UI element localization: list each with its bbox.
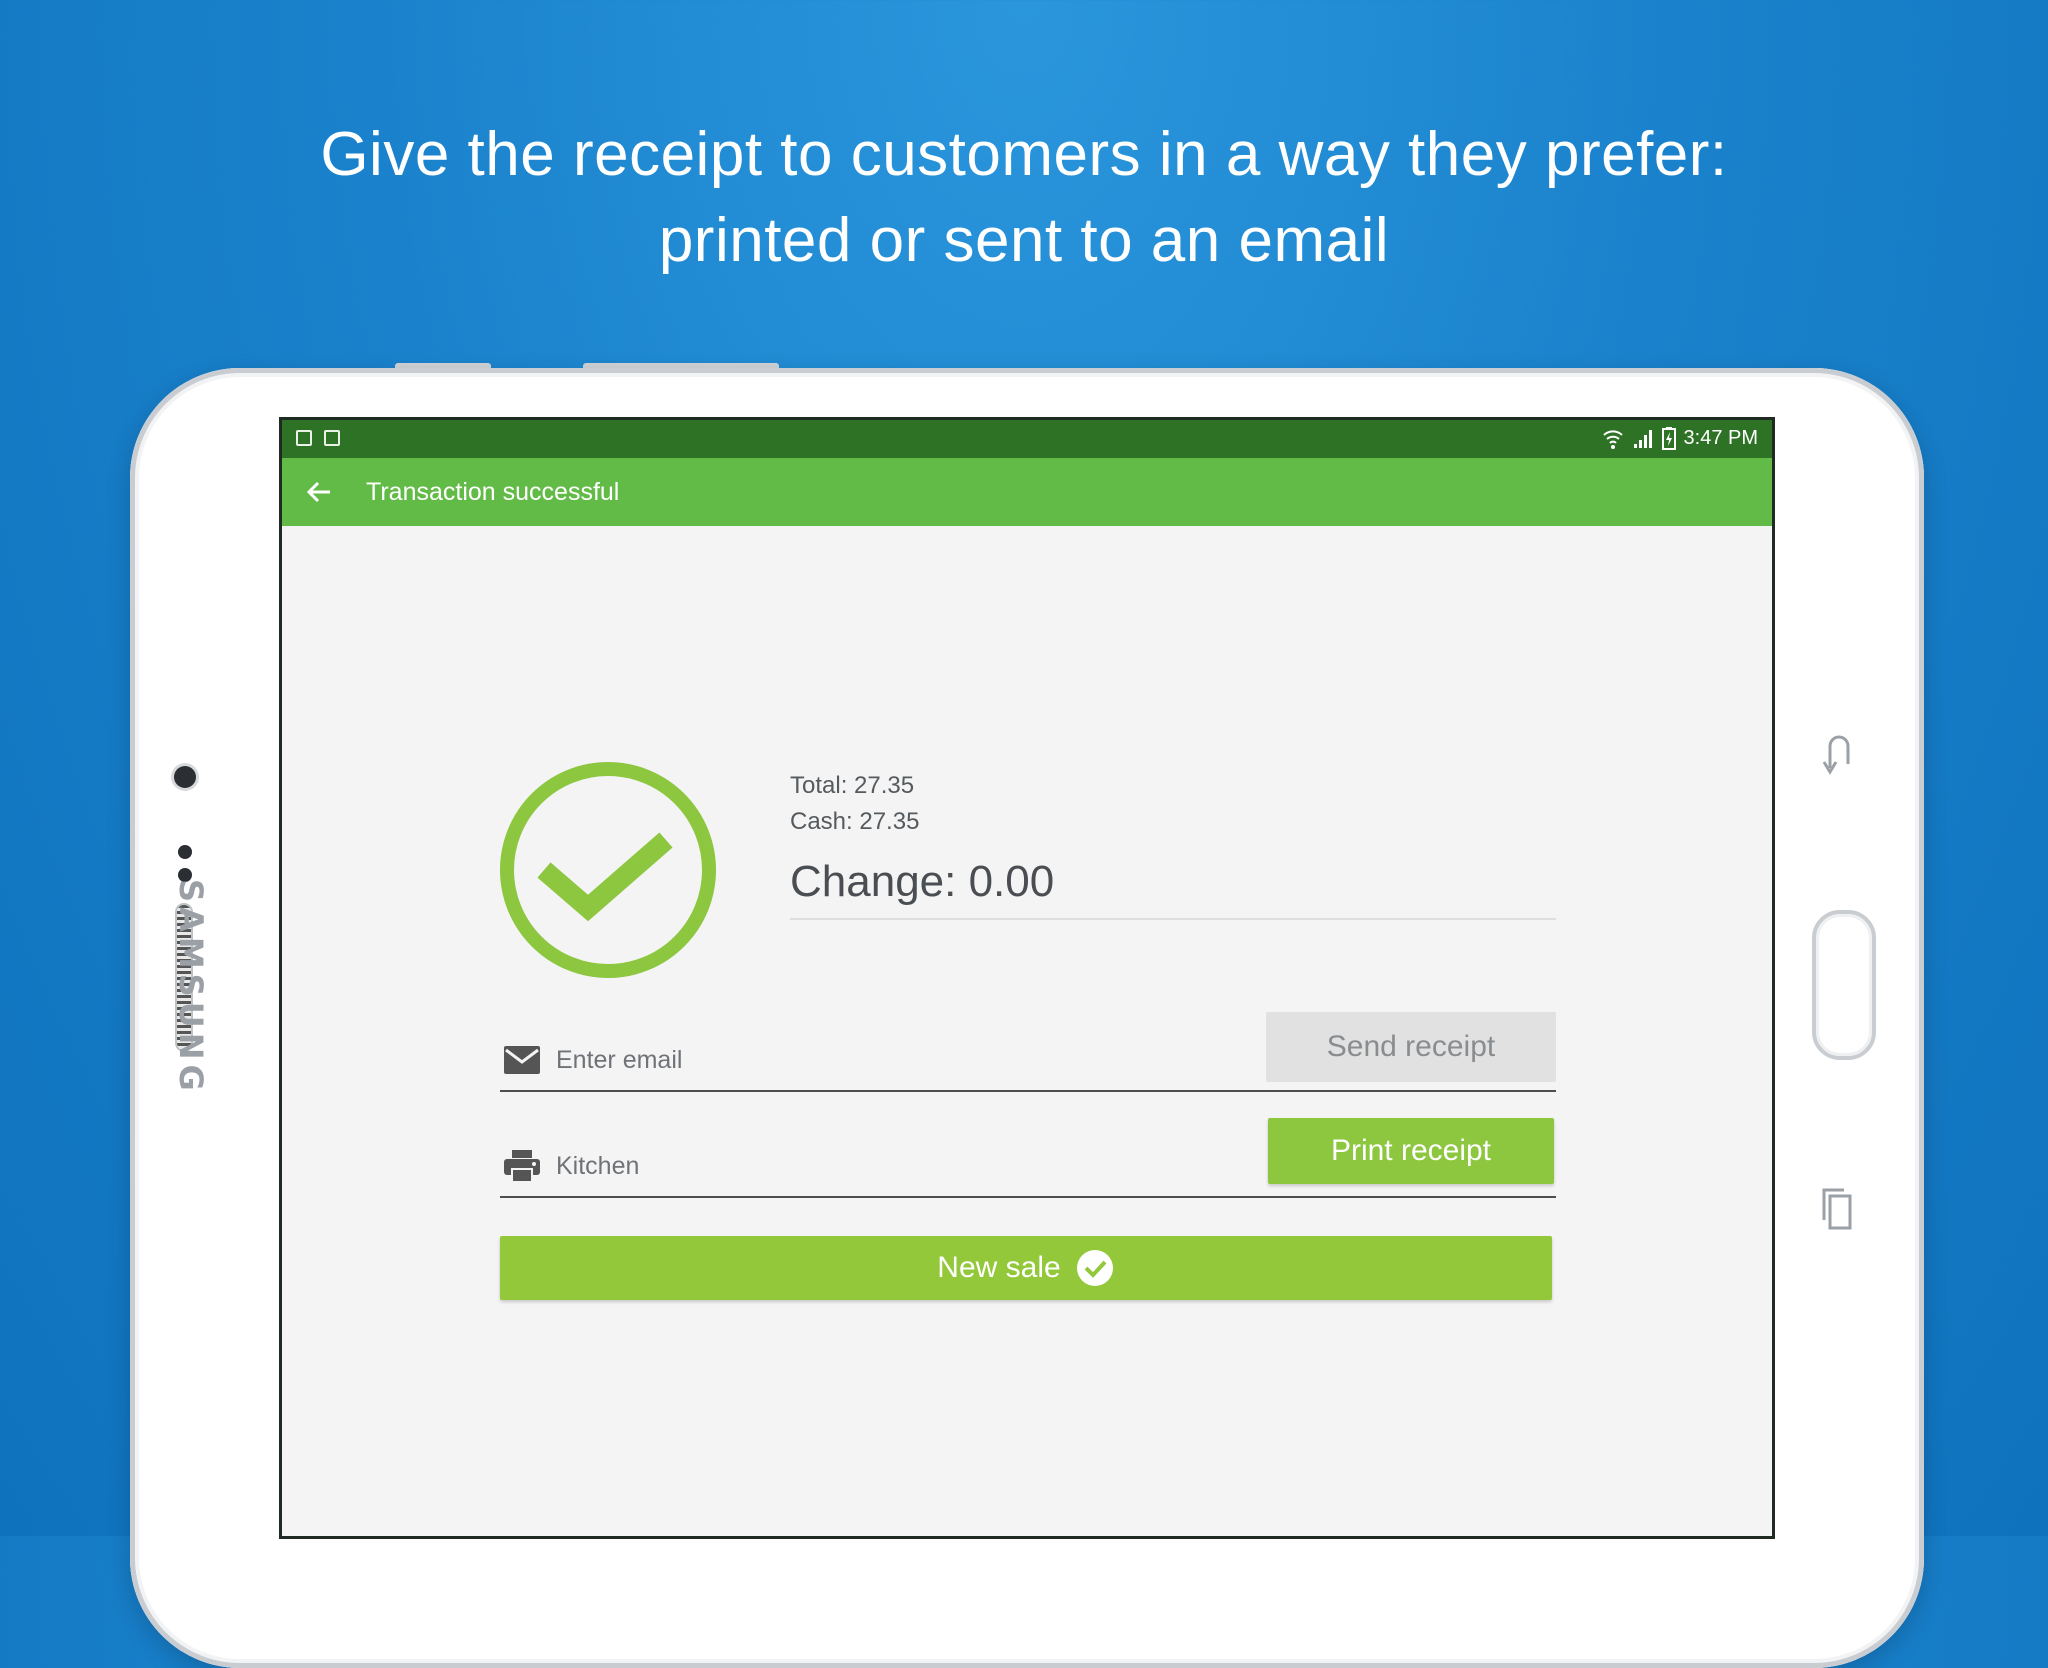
recent-apps-key-icon[interactable]	[1818, 1184, 1858, 1234]
check-circle-icon	[1076, 1250, 1113, 1286]
printer-icon	[504, 1150, 540, 1183]
email-receipt-row: Enter email Send receipt	[500, 1012, 1556, 1092]
email-input[interactable]: Enter email	[556, 1046, 682, 1075]
headline-line-2: printed or sent to an email	[658, 206, 1390, 275]
signal-icon	[1633, 430, 1652, 448]
email-notification-icon	[324, 430, 340, 446]
page-title: Transaction successful	[366, 478, 620, 506]
envelope-icon	[504, 1046, 540, 1074]
new-sale-label: New sale	[937, 1251, 1061, 1284]
send-receipt-button[interactable]: Send receipt	[1266, 1012, 1556, 1082]
total-amount: Total: 27.35	[790, 772, 915, 799]
front-camera	[174, 766, 196, 788]
headline: Give the receipt to customers in a way t…	[0, 112, 2048, 284]
payment-summary: Total: 27.35 Cash: 27.35 Change: 0.00	[790, 768, 1054, 912]
status-bar: 3:47 PM	[282, 420, 1772, 458]
back-arrow-icon[interactable]	[300, 472, 340, 512]
change-amount: Change: 0.00	[790, 857, 1055, 906]
image-notification-icon	[296, 430, 312, 446]
cash-amount: Cash: 27.35	[790, 808, 920, 835]
wifi-icon	[1602, 430, 1623, 449]
printer-name[interactable]: Kitchen	[556, 1152, 639, 1181]
summary-divider	[790, 918, 1556, 920]
back-key-icon[interactable]	[1818, 730, 1858, 780]
new-sale-button[interactable]: New sale	[500, 1236, 1552, 1300]
clock: 3:47 PM	[1683, 426, 1758, 449]
print-receipt-row: Kitchen Print receipt	[500, 1118, 1556, 1198]
success-check-icon	[500, 762, 716, 978]
app-screen: 3:47 PM Transaction successful Total: 27…	[282, 420, 1772, 1536]
app-toolbar: Transaction successful	[282, 458, 1772, 526]
battery-icon	[1661, 427, 1676, 450]
home-key[interactable]	[1812, 910, 1876, 1060]
brand-logo: SAMSUNG	[172, 879, 210, 1096]
print-receipt-button[interactable]: Print receipt	[1268, 1118, 1554, 1184]
headline-line-1: Give the receipt to customers in a way t…	[320, 120, 1728, 189]
sensor-dot	[178, 845, 192, 859]
